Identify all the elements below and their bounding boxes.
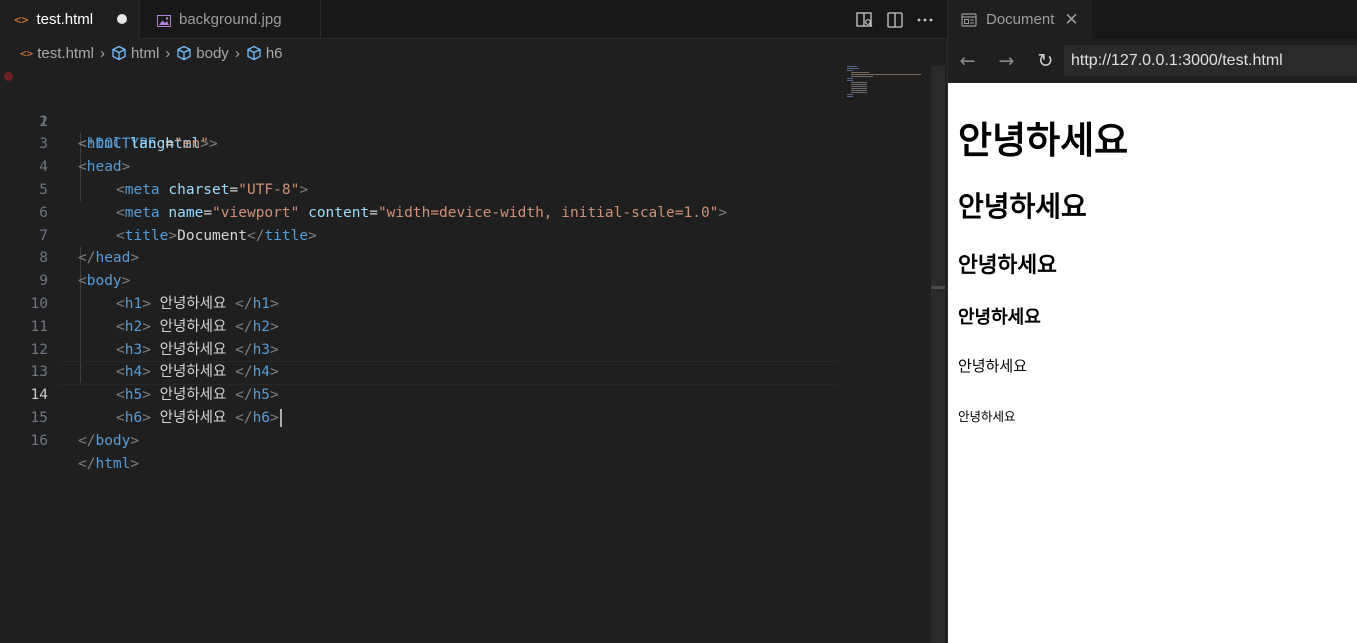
heading-h3: 안녕하세요 [958, 253, 1057, 278]
code-line[interactable]: 7 </head> [0, 202, 930, 267]
rendered-page: 안녕하세요 안녕하세요 안녕하세요 안녕하세요 안녕하세요 안녕하세요 [948, 84, 1357, 643]
code-line[interactable]: 3 <head> [0, 111, 930, 175]
code-line[interactable]: 8 <body> [0, 225, 930, 289]
code-line[interactable]: 9 <h1> 안녕하세요 </h1> [0, 247, 930, 312]
editor-tab-bar: <> test.html background.jpg [0, 0, 947, 39]
code-area[interactable]: 1 <!DOCTYPE html> 2 <html lang="en"> 3 <… [0, 65, 930, 472]
tab-label: background.jpg [179, 11, 282, 28]
tab-test-html[interactable]: <> test.html [0, 0, 140, 39]
breadcrumb: <> test.html › html › body › h6 [0, 40, 930, 66]
unsaved-dot-icon[interactable] [117, 14, 127, 24]
split-editor-icon[interactable] [887, 11, 903, 28]
code-line[interactable]: 4 <meta charset="UTF-8"> [0, 133, 930, 198]
browser-preview-icon [961, 12, 977, 27]
line-content: </html> [78, 455, 140, 472]
code-line[interactable]: 1 <!DOCTYPE html> [0, 65, 930, 152]
close-icon[interactable]: ✕ [1064, 10, 1078, 30]
breadcrumb-item-file[interactable]: <> test.html [20, 45, 94, 62]
code-line[interactable]: 2 <html lang="en"> [0, 88, 930, 153]
code-line[interactable]: 10 <h2> 안녕하세요 </h2> [0, 270, 930, 335]
tab-document[interactable]: Document ✕ [948, 0, 1092, 39]
forward-arrow-icon[interactable]: → [987, 50, 1026, 72]
more-actions-icon[interactable] [917, 18, 933, 22]
scrollbar-cursor-marker [931, 286, 945, 289]
heading-h6: 안녕하세요 [958, 409, 1016, 424]
code-line[interactable]: 11 <h3> 안녕하세요 </h3> [0, 293, 930, 358]
html-file-icon: <> [14, 12, 29, 27]
tab-background-jpg[interactable]: background.jpg [141, 0, 321, 39]
editor-actions [856, 0, 933, 39]
breadcrumb-item-body[interactable]: body [176, 45, 229, 62]
preview-tab-bar: Document ✕ [948, 0, 1357, 39]
tab-label: Document [986, 11, 1055, 28]
image-file-icon [157, 14, 171, 27]
element-cube-icon [246, 45, 262, 61]
code-editor: <> test.html background.jpg <> test.html [0, 0, 947, 643]
minimap[interactable] [843, 64, 923, 104]
chevron-right-icon: › [99, 44, 105, 62]
breadcrumb-item-html[interactable]: html [111, 45, 159, 62]
line-content: </body> [78, 432, 140, 449]
vertical-scrollbar[interactable] [931, 66, 945, 643]
chevron-right-icon: › [165, 44, 171, 62]
code-line[interactable]: 16 </html> [0, 407, 930, 472]
code-line[interactable]: 6 <title>Document</title> [0, 179, 930, 244]
element-cube-icon [111, 45, 127, 61]
back-arrow-icon[interactable]: ← [948, 50, 987, 72]
code-line[interactable]: 13 <h5> 안녕하세요 </h5> [0, 339, 930, 403]
heading-h5: 안녕하세요 [958, 357, 1028, 375]
breakpoint-icon[interactable] [4, 72, 13, 81]
url-input[interactable]: http://127.0.0.1:3000/test.html [1064, 45, 1357, 76]
heading-h4: 안녕하세요 [958, 307, 1041, 328]
element-cube-icon [176, 45, 192, 61]
html-file-icon: <> [20, 46, 34, 60]
code-line[interactable]: 5 <meta name="viewport" content="width=d… [0, 156, 930, 221]
code-line-current[interactable]: 14 <h6> 안녕하세요 </h6> [0, 361, 930, 427]
browser-toolbar: ← → ↻ http://127.0.0.1:3000/test.html [948, 39, 1357, 83]
code-line[interactable]: 15 </body> [0, 384, 930, 449]
chevron-right-icon: › [234, 44, 240, 62]
line-number: 16 [30, 432, 48, 449]
browser-preview-pane: Document ✕ ← → ↻ http://127.0.0.1:3000/t… [947, 0, 1357, 643]
code-line[interactable]: 12 <h4> 안녕하세요 </h4> [0, 316, 930, 381]
heading-h1: 안녕하세요 [958, 119, 1129, 162]
breadcrumb-item-h6[interactable]: h6 [246, 45, 283, 62]
open-preview-icon[interactable] [856, 11, 873, 28]
reload-icon[interactable]: ↻ [1026, 50, 1065, 72]
tab-label: test.html [36, 11, 94, 28]
heading-h2: 안녕하세요 [958, 190, 1087, 223]
